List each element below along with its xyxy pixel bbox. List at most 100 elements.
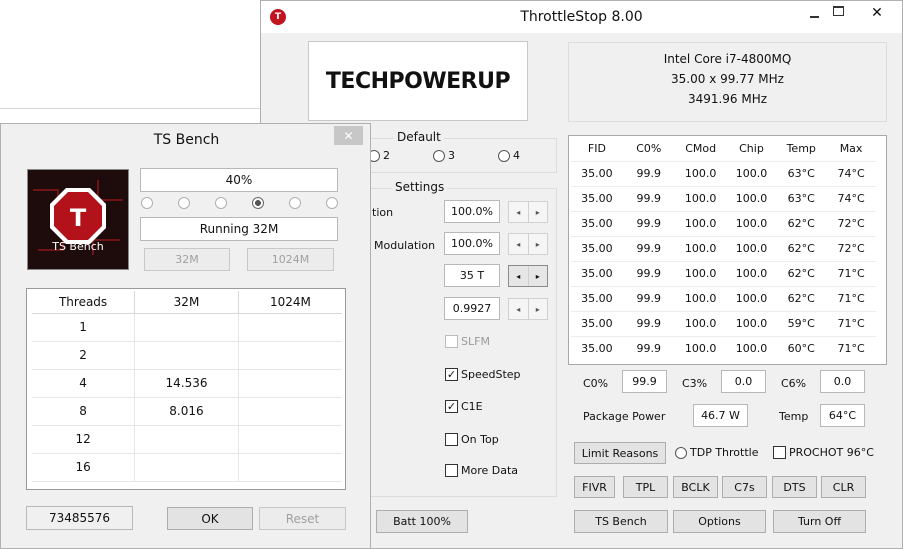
- bench-reset-button[interactable]: Reset: [259, 507, 346, 530]
- on-top-checkbox[interactable]: On Top: [445, 433, 499, 446]
- options-button[interactable]: Options: [673, 510, 766, 533]
- progress-dot: [326, 197, 338, 209]
- table-cell: 99.9: [622, 185, 675, 211]
- bench-status-field: Running 32M: [140, 217, 338, 241]
- bench-results-table: Threads 32M 1024M 1 2 4 14.536 8 8.016 12 16: [26, 288, 346, 490]
- bench-cell: 4: [32, 369, 136, 398]
- col-header: Max: [839, 141, 863, 155]
- bench-row: 16: [32, 453, 342, 482]
- table-row: 35.00 99.9 100.0 100.0 63°C 74°C: [571, 160, 876, 186]
- table-cell: 100.0: [674, 285, 727, 311]
- batt-button[interactable]: Batt 100%: [376, 510, 468, 533]
- window-title: ThrottleStop 8.00: [520, 9, 643, 25]
- table-cell: 62°C: [776, 260, 827, 286]
- tdp-throttle-radio[interactable]: TDP Throttle: [675, 446, 758, 459]
- table-cell: 100.0: [726, 335, 777, 361]
- package-temp-label: Temp: [779, 410, 809, 423]
- package-power-label: Package Power: [583, 410, 666, 423]
- bench-ok-button[interactable]: OK: [167, 507, 253, 530]
- ts-bench-dialog: TS Bench ✕ T TS Bench 40% Running 32M 32…: [0, 123, 371, 549]
- bclk-button[interactable]: BCLK: [673, 476, 718, 498]
- limit-reasons-button[interactable]: Limit Reasons: [574, 442, 666, 464]
- table-cell: 35.00: [571, 235, 623, 261]
- table-cell: 35.00: [571, 210, 623, 236]
- table-cell: 71°C: [826, 260, 876, 286]
- table-row: 35.00 99.9 100.0 100.0 62°C 71°C: [571, 260, 876, 286]
- table-header-row: FID C0% CMod Chip Temp Max: [571, 136, 876, 161]
- speedstep-checkbox[interactable]: ✓ SpeedStep: [445, 368, 521, 381]
- bench-close-button[interactable]: ✕: [334, 126, 363, 145]
- c0-value: 99.9: [622, 370, 667, 393]
- c7s-button[interactable]: C7s: [722, 476, 767, 498]
- c3-label: C3%: [682, 377, 708, 390]
- turn-off-button[interactable]: Turn Off: [773, 510, 866, 533]
- table-cell: 99.9: [622, 210, 675, 236]
- table-cell: 100.0: [674, 185, 727, 211]
- package-temp-value: 64°C: [820, 404, 865, 427]
- bench-cell: 8.016: [134, 397, 239, 426]
- profile-radio-4[interactable]: 4: [498, 149, 520, 162]
- clock-modulation-stepper[interactable]: ◂ ▸: [508, 201, 548, 223]
- chipset-modulation-value[interactable]: 100.0%: [444, 232, 500, 255]
- bench-1024m-button[interactable]: 1024M: [247, 248, 334, 271]
- voltage-value[interactable]: 0.9927: [444, 297, 500, 320]
- circuit-pattern: T: [28, 170, 128, 269]
- table-cell: 71°C: [826, 310, 876, 336]
- close-icon[interactable]: ✕: [863, 3, 891, 23]
- profile-radio-3[interactable]: 3: [433, 149, 455, 162]
- table-row: 35.00 99.9 100.0 100.0 59°C 71°C: [571, 310, 876, 336]
- minimize-icon[interactable]: [807, 7, 821, 21]
- c1e-checkbox[interactable]: ✓ C1E: [445, 400, 483, 413]
- table-cell: 100.0: [674, 335, 727, 361]
- progress-dot: [178, 197, 190, 209]
- voltage-stepper[interactable]: ◂ ▸: [508, 298, 548, 320]
- bench-32m-button[interactable]: 32M: [144, 248, 230, 271]
- more-data-checkbox[interactable]: More Data: [445, 464, 518, 477]
- c3-value: 0.0: [721, 370, 766, 393]
- profile-group-title: Default: [394, 130, 444, 144]
- table-cell: 72°C: [826, 235, 876, 261]
- table-cell: 62°C: [776, 210, 827, 236]
- settings-group-title: Settings: [392, 180, 448, 194]
- bench-header-row: Threads 32M 1024M: [32, 291, 342, 314]
- table-cell: 99.9: [622, 160, 675, 186]
- table-cell: 100.0: [726, 210, 777, 236]
- bench-cell: [134, 425, 239, 454]
- dts-button[interactable]: DTS: [772, 476, 817, 498]
- table-row: 35.00 99.9 100.0 100.0 63°C 74°C: [571, 185, 876, 211]
- profile-group: [361, 138, 557, 173]
- prochot-checkbox[interactable]: PROCHOT 96°C: [773, 446, 874, 459]
- table-cell: 35.00: [571, 185, 623, 211]
- fivr-button[interactable]: FIVR: [574, 476, 615, 498]
- table-cell: 35.00: [571, 160, 623, 186]
- multiplier-value[interactable]: 35 T: [444, 264, 500, 287]
- bench-title: TS Bench: [153, 132, 220, 148]
- profile-radio-2[interactable]: 2: [368, 149, 390, 162]
- col-header: Chip: [739, 141, 764, 155]
- bench-cell: [238, 425, 342, 454]
- bench-cell: 12: [32, 425, 136, 454]
- bench-logo: T TS Bench: [27, 169, 129, 270]
- bench-results-grid: Threads 32M 1024M 1 2 4 14.536 8 8.016 12 16: [32, 291, 342, 482]
- bench-cell: [134, 341, 239, 370]
- maximize-icon[interactable]: [833, 6, 844, 16]
- chipset-modulation-label: Modulation: [374, 239, 436, 252]
- ts-bench-button[interactable]: TS Bench: [574, 510, 668, 533]
- table-cell: 100.0: [726, 185, 777, 211]
- chipset-modulation-stepper[interactable]: ◂ ▸: [508, 233, 548, 255]
- clr-button[interactable]: CLR: [821, 476, 866, 498]
- tpl-button[interactable]: TPL: [623, 476, 668, 498]
- cpu-info-panel: Intel Core i7-4800MQ 35.00 x 99.77 MHz 3…: [568, 42, 887, 122]
- clock-modulation-label: tion: [372, 206, 394, 219]
- bench-row: 4 14.536: [32, 369, 342, 398]
- clock-modulation-value[interactable]: 100.0%: [444, 200, 500, 223]
- slfm-checkbox[interactable]: SLFM: [445, 335, 490, 348]
- svg-text:T: T: [70, 204, 87, 232]
- table-cell: 62°C: [776, 235, 827, 261]
- core-table-grid: FID C0% CMod Chip Temp Max 35.00 99.9 100.…: [571, 136, 876, 361]
- col-header: Temp: [786, 141, 816, 155]
- table-cell: 100.0: [726, 310, 777, 336]
- multiplier-stepper[interactable]: ◂ ▸: [508, 265, 548, 287]
- table-cell: 100.0: [674, 210, 727, 236]
- table-cell: 100.0: [726, 235, 777, 261]
